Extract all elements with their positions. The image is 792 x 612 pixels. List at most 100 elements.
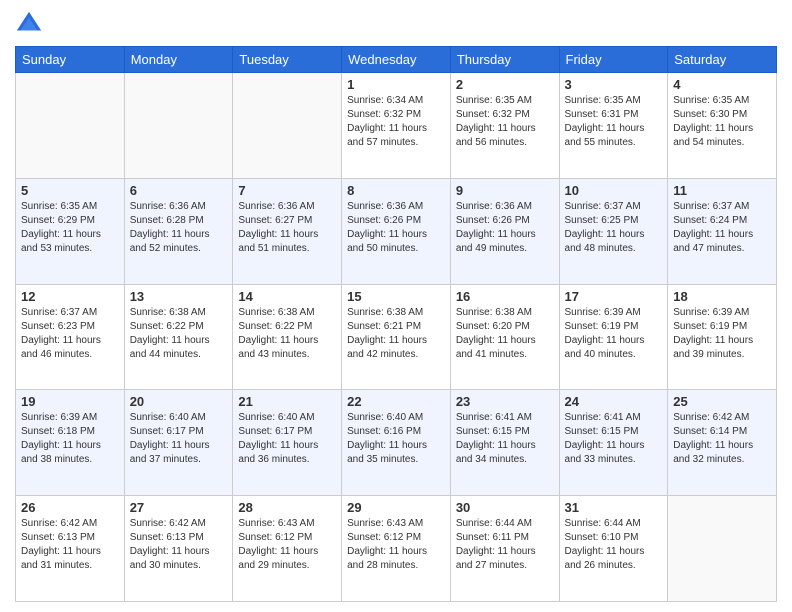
sunrise-label: Sunrise: xyxy=(347,518,384,529)
calendar-day: 26 Sunrise: 6:42 AM Sunset: 6:13 PM Dayl… xyxy=(16,496,125,602)
sunrise-label: Sunrise: xyxy=(21,412,58,423)
sunrise-label: Sunrise: xyxy=(565,412,602,423)
daylight-label: Daylight: xyxy=(347,229,386,240)
sunrise-label: Sunrise: xyxy=(565,307,602,318)
day-info: Sunrise: 6:35 AM Sunset: 6:32 PM Dayligh… xyxy=(456,94,554,150)
calendar-week-row: 19 Sunrise: 6:39 AM Sunset: 6:18 PM Dayl… xyxy=(16,390,777,496)
sunset-label: Sunset: xyxy=(21,426,55,437)
sunrise-label: Sunrise: xyxy=(130,412,167,423)
daylight-label: Daylight: xyxy=(347,335,386,346)
calendar-table: SundayMondayTuesdayWednesdayThursdayFrid… xyxy=(15,46,777,602)
daylight-label: Daylight: xyxy=(673,440,712,451)
calendar-day: 28 Sunrise: 6:43 AM Sunset: 6:12 PM Dayl… xyxy=(233,496,342,602)
daylight-label: Daylight: xyxy=(130,440,169,451)
sunset-label: Sunset: xyxy=(456,532,490,543)
daylight-label: Daylight: xyxy=(21,335,60,346)
header xyxy=(15,10,777,38)
daylight-label: Daylight: xyxy=(456,229,495,240)
calendar-header-monday: Monday xyxy=(124,47,233,73)
day-info: Sunrise: 6:43 AM Sunset: 6:12 PM Dayligh… xyxy=(238,517,336,573)
day-info: Sunrise: 6:39 AM Sunset: 6:19 PM Dayligh… xyxy=(565,306,663,362)
day-info: Sunrise: 6:38 AM Sunset: 6:22 PM Dayligh… xyxy=(238,306,336,362)
day-number: 23 xyxy=(456,394,554,409)
sunset-label: Sunset: xyxy=(347,321,381,332)
calendar-day: 4 Sunrise: 6:35 AM Sunset: 6:30 PM Dayli… xyxy=(668,73,777,179)
calendar-day: 12 Sunrise: 6:37 AM Sunset: 6:23 PM Dayl… xyxy=(16,284,125,390)
sunrise-label: Sunrise: xyxy=(21,307,58,318)
daylight-label: Daylight: xyxy=(238,229,277,240)
sunrise-label: Sunrise: xyxy=(347,412,384,423)
day-number: 26 xyxy=(21,500,119,515)
daylight-label: Daylight: xyxy=(347,546,386,557)
calendar-day: 29 Sunrise: 6:43 AM Sunset: 6:12 PM Dayl… xyxy=(342,496,451,602)
sunset-label: Sunset: xyxy=(347,109,381,120)
sunrise-label: Sunrise: xyxy=(565,95,602,106)
sunrise-label: Sunrise: xyxy=(456,201,493,212)
sunset-label: Sunset: xyxy=(565,109,599,120)
calendar-header-saturday: Saturday xyxy=(668,47,777,73)
day-number: 21 xyxy=(238,394,336,409)
daylight-label: Daylight: xyxy=(21,546,60,557)
calendar-week-row: 12 Sunrise: 6:37 AM Sunset: 6:23 PM Dayl… xyxy=(16,284,777,390)
sunrise-label: Sunrise: xyxy=(347,307,384,318)
sunrise-label: Sunrise: xyxy=(130,201,167,212)
sunrise-label: Sunrise: xyxy=(21,518,58,529)
calendar-header-tuesday: Tuesday xyxy=(233,47,342,73)
calendar-day: 31 Sunrise: 6:44 AM Sunset: 6:10 PM Dayl… xyxy=(559,496,668,602)
daylight-label: Daylight: xyxy=(130,546,169,557)
day-number: 28 xyxy=(238,500,336,515)
sunrise-label: Sunrise: xyxy=(456,518,493,529)
day-number: 7 xyxy=(238,183,336,198)
day-number: 3 xyxy=(565,77,663,92)
sunrise-label: Sunrise: xyxy=(130,518,167,529)
daylight-label: Daylight: xyxy=(673,335,712,346)
sunset-label: Sunset: xyxy=(130,532,164,543)
day-number: 9 xyxy=(456,183,554,198)
sunset-label: Sunset: xyxy=(565,426,599,437)
sunrise-label: Sunrise: xyxy=(238,412,275,423)
day-info: Sunrise: 6:40 AM Sunset: 6:17 PM Dayligh… xyxy=(238,411,336,467)
calendar-day: 25 Sunrise: 6:42 AM Sunset: 6:14 PM Dayl… xyxy=(668,390,777,496)
day-info: Sunrise: 6:36 AM Sunset: 6:28 PM Dayligh… xyxy=(130,200,228,256)
calendar-week-row: 5 Sunrise: 6:35 AM Sunset: 6:29 PM Dayli… xyxy=(16,178,777,284)
calendar-day: 2 Sunrise: 6:35 AM Sunset: 6:32 PM Dayli… xyxy=(450,73,559,179)
day-info: Sunrise: 6:42 AM Sunset: 6:13 PM Dayligh… xyxy=(130,517,228,573)
calendar-day: 9 Sunrise: 6:36 AM Sunset: 6:26 PM Dayli… xyxy=(450,178,559,284)
calendar-day: 16 Sunrise: 6:38 AM Sunset: 6:20 PM Dayl… xyxy=(450,284,559,390)
daylight-label: Daylight: xyxy=(347,123,386,134)
daylight-label: Daylight: xyxy=(456,335,495,346)
day-number: 6 xyxy=(130,183,228,198)
calendar-header-row: SundayMondayTuesdayWednesdayThursdayFrid… xyxy=(16,47,777,73)
calendar-day: 8 Sunrise: 6:36 AM Sunset: 6:26 PM Dayli… xyxy=(342,178,451,284)
sunset-label: Sunset: xyxy=(238,215,272,226)
day-info: Sunrise: 6:41 AM Sunset: 6:15 PM Dayligh… xyxy=(565,411,663,467)
calendar-header-wednesday: Wednesday xyxy=(342,47,451,73)
day-number: 12 xyxy=(21,289,119,304)
sunset-label: Sunset: xyxy=(456,321,490,332)
day-info: Sunrise: 6:41 AM Sunset: 6:15 PM Dayligh… xyxy=(456,411,554,467)
calendar-day: 21 Sunrise: 6:40 AM Sunset: 6:17 PM Dayl… xyxy=(233,390,342,496)
day-number: 24 xyxy=(565,394,663,409)
sunrise-label: Sunrise: xyxy=(456,307,493,318)
day-number: 2 xyxy=(456,77,554,92)
sunrise-label: Sunrise: xyxy=(238,201,275,212)
calendar-day: 20 Sunrise: 6:40 AM Sunset: 6:17 PM Dayl… xyxy=(124,390,233,496)
sunrise-label: Sunrise: xyxy=(456,412,493,423)
day-number: 4 xyxy=(673,77,771,92)
calendar-week-row: 1 Sunrise: 6:34 AM Sunset: 6:32 PM Dayli… xyxy=(16,73,777,179)
day-number: 1 xyxy=(347,77,445,92)
calendar-day: 11 Sunrise: 6:37 AM Sunset: 6:24 PM Dayl… xyxy=(668,178,777,284)
day-number: 31 xyxy=(565,500,663,515)
daylight-label: Daylight: xyxy=(565,335,604,346)
day-number: 8 xyxy=(347,183,445,198)
sunset-label: Sunset: xyxy=(238,321,272,332)
day-info: Sunrise: 6:38 AM Sunset: 6:20 PM Dayligh… xyxy=(456,306,554,362)
daylight-label: Daylight: xyxy=(21,440,60,451)
calendar-header-sunday: Sunday xyxy=(16,47,125,73)
calendar-day: 30 Sunrise: 6:44 AM Sunset: 6:11 PM Dayl… xyxy=(450,496,559,602)
logo xyxy=(15,10,47,38)
sunset-label: Sunset: xyxy=(673,109,707,120)
sunrise-label: Sunrise: xyxy=(565,518,602,529)
day-number: 30 xyxy=(456,500,554,515)
day-info: Sunrise: 6:37 AM Sunset: 6:24 PM Dayligh… xyxy=(673,200,771,256)
